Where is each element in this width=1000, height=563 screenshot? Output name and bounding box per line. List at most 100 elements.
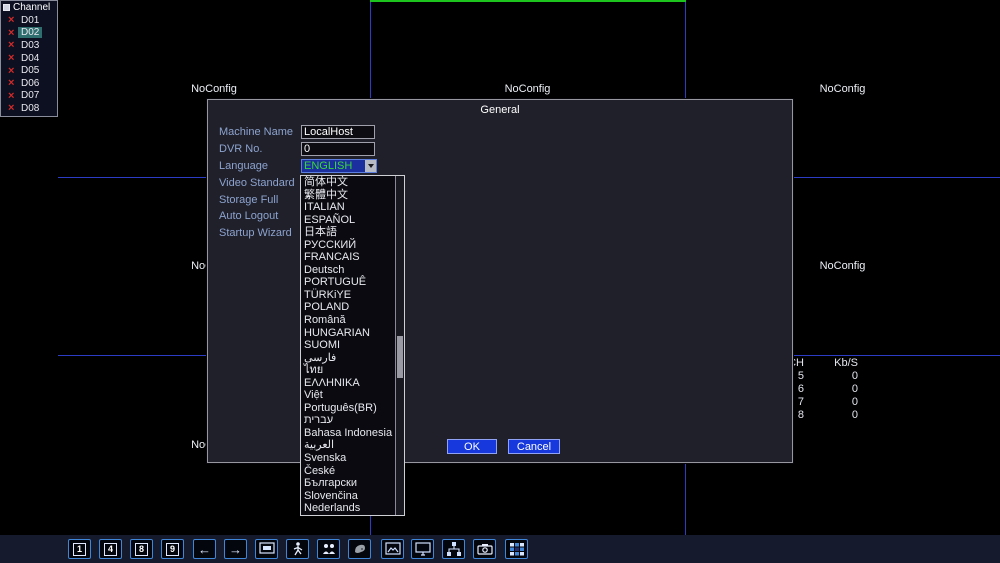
page-right-button[interactable]: →: [224, 539, 247, 559]
language-option[interactable]: České: [301, 465, 395, 478]
machine-name-input[interactable]: [301, 125, 375, 139]
sidebar-item-d05[interactable]: × D05: [1, 64, 57, 77]
language-option[interactable]: ΕΛΛΗΝΙΚΑ: [301, 377, 395, 390]
image-button[interactable]: [381, 539, 404, 559]
users-button[interactable]: [317, 539, 340, 559]
no-config-label: NoConfig: [191, 82, 237, 95]
language-option[interactable]: Nederlands: [301, 502, 395, 515]
startup-wizard-label: Startup Wizard: [219, 227, 292, 239]
language-option[interactable]: РУССКИЙ: [301, 239, 395, 252]
machine-name-label: Machine Name: [219, 126, 293, 138]
sidebar-item-d01[interactable]: × D01: [1, 14, 57, 27]
scrollbar-thumb[interactable]: [397, 336, 403, 378]
view-1-label: 1: [73, 542, 86, 556]
no-config-label: NoConfig: [819, 82, 866, 95]
patrol-button[interactable]: [286, 539, 309, 559]
channel-label: D01: [21, 14, 40, 26]
mosaic-button[interactable]: [505, 539, 528, 559]
language-option[interactable]: ITALIAN: [301, 201, 395, 214]
cancel-button[interactable]: Cancel: [508, 439, 560, 454]
channel-x-icon: ×: [8, 52, 15, 65]
network-button[interactable]: [442, 539, 465, 559]
view-8-label: 8: [135, 542, 148, 556]
sidebar-item-d08[interactable]: × D08: [1, 102, 57, 115]
language-option[interactable]: TÜRKiYE: [301, 289, 395, 302]
language-options: 简体中文 繁體中文 ITALIAN ESPAÑOL 日本語 РУССКИЙ FR…: [301, 176, 395, 515]
mosaic-grid-icon: [509, 543, 524, 556]
camera-icon: [476, 544, 493, 555]
language-option[interactable]: עברית: [301, 414, 395, 427]
language-option[interactable]: Български: [301, 477, 395, 490]
channel-x-icon: ×: [8, 77, 15, 90]
view-1-button[interactable]: 1: [68, 539, 91, 559]
language-option[interactable]: HUNGARIAN: [301, 327, 395, 340]
channel-x-icon: ×: [8, 39, 15, 52]
monitor-button[interactable]: [411, 539, 434, 559]
language-label: Language: [219, 160, 268, 172]
channel-label: D04: [21, 52, 40, 64]
sidebar-item-d06[interactable]: × D06: [1, 77, 57, 90]
language-option[interactable]: ไทย: [301, 364, 395, 377]
view-9-button[interactable]: 9: [161, 539, 184, 559]
page-left-button[interactable]: ←: [193, 539, 216, 559]
bitrate-value: 0: [851, 409, 858, 421]
language-option[interactable]: Việt: [301, 389, 395, 402]
channel-checkbox-icon[interactable]: [3, 4, 10, 11]
grid-top-accent-line: [370, 0, 686, 2]
arrow-left-icon: ←: [198, 541, 211, 557]
language-option[interactable]: ESPAÑOL: [301, 214, 395, 227]
view-9-label: 9: [166, 542, 179, 556]
ok-button[interactable]: OK: [447, 439, 497, 454]
channel-label: D06: [21, 77, 40, 89]
language-select[interactable]: ENGLISH: [301, 159, 377, 173]
walking-person-icon: [293, 542, 302, 556]
language-option[interactable]: PORTUGUÊ: [301, 276, 395, 289]
language-option[interactable]: Română: [301, 314, 395, 327]
language-option[interactable]: 简体中文: [301, 176, 395, 189]
sidebar-item-d07[interactable]: × D07: [1, 90, 57, 103]
general-dialog: General Machine Name DVR No. Language EN…: [207, 99, 793, 463]
bitrate-value: 0: [851, 396, 858, 408]
channel-panel: Channel × D01 × D02 × D03 × D04 × D05 × D06 × D…: [0, 0, 58, 117]
language-option[interactable]: Português(BR): [301, 402, 395, 415]
language-option[interactable]: FRANCAIS: [301, 251, 395, 264]
channel-label: D08: [21, 102, 40, 114]
language-option[interactable]: Deutsch: [301, 264, 395, 277]
video-standard-label: Video Standard: [219, 177, 295, 189]
paint-button[interactable]: [348, 539, 371, 559]
view-4-label: 4: [104, 542, 117, 556]
language-option[interactable]: Bahasa Indonesia: [301, 427, 395, 440]
camera-button[interactable]: [473, 539, 496, 559]
language-option[interactable]: Svenska: [301, 452, 395, 465]
view-8-button[interactable]: 8: [130, 539, 153, 559]
bitrate-value: 0: [851, 383, 858, 395]
language-option[interactable]: SUOMI: [301, 339, 395, 352]
sidebar-item-d04[interactable]: × D04: [1, 52, 57, 65]
sidebar-item-d02[interactable]: × D02: [1, 27, 57, 40]
chevron-down-icon[interactable]: [365, 160, 376, 172]
channel-panel-header: Channel: [1, 1, 57, 14]
language-option[interactable]: 繁體中文: [301, 189, 395, 202]
language-option[interactable]: POLAND: [301, 301, 395, 314]
view-4-button[interactable]: 4: [99, 539, 122, 559]
bitrate-col-kbs: Kb/S: [834, 357, 858, 369]
dvr-no-input[interactable]: [301, 142, 375, 156]
language-option[interactable]: فارسى: [301, 352, 395, 365]
language-option[interactable]: 日本語: [301, 226, 395, 239]
no-config-label: NoConfig: [819, 260, 866, 272]
auto-logout-label: Auto Logout: [219, 210, 279, 222]
language-list-scrollbar[interactable]: [395, 176, 404, 515]
language-option[interactable]: Slovenčina: [301, 490, 395, 503]
bitrate-value: 0: [851, 370, 858, 382]
network-icon: [446, 542, 461, 556]
sidebar-item-d03[interactable]: × D03: [1, 39, 57, 52]
screen-button[interactable]: [255, 539, 278, 559]
language-option[interactable]: العربية: [301, 439, 395, 452]
no-config-label: NoConfig: [504, 82, 551, 95]
channel-x-icon: ×: [8, 89, 15, 102]
channel-label: D05: [21, 65, 40, 77]
dvr-no-label: DVR No.: [219, 143, 263, 155]
hand-icon: [354, 544, 365, 553]
monitor-icon: [414, 542, 431, 556]
channel-panel-title: Channel: [13, 2, 51, 13]
